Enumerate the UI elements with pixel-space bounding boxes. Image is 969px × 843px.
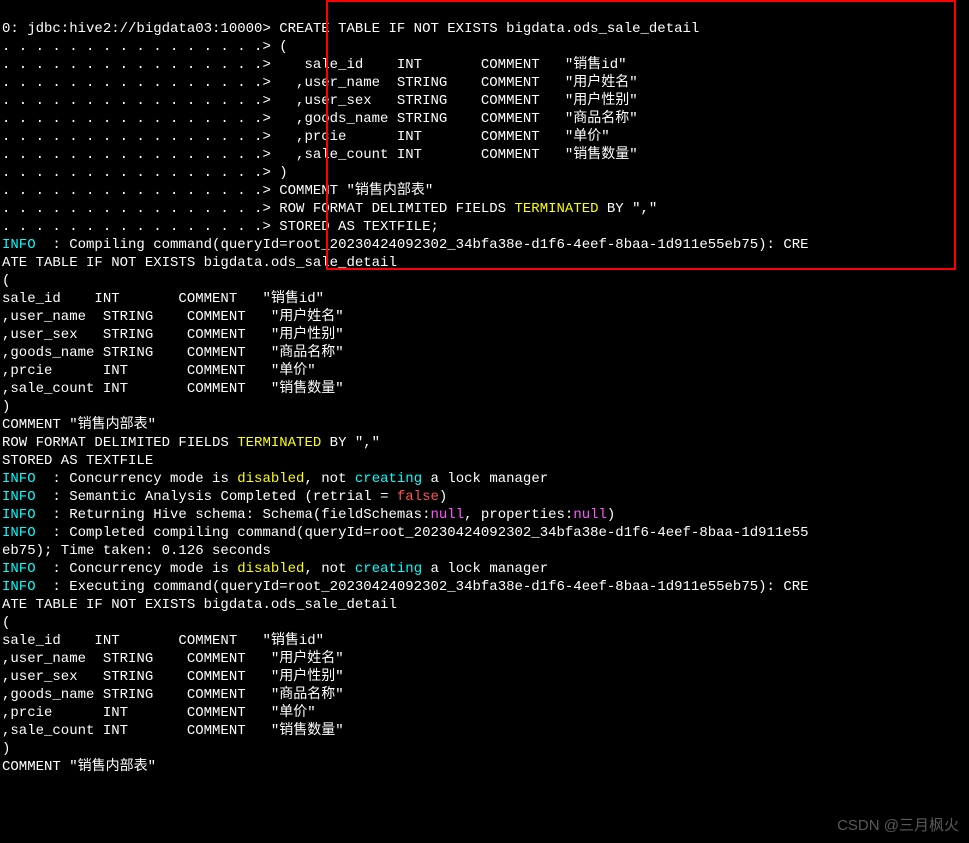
keyword-null: null bbox=[430, 507, 464, 523]
log-text: ) bbox=[439, 489, 447, 505]
log-text: , not bbox=[304, 561, 354, 577]
cont-prompt: . . . . . . . . . . . . . . . .> bbox=[2, 165, 271, 181]
info-label: INFO bbox=[2, 561, 36, 577]
watermark: CSDN @三月枫火 bbox=[837, 817, 959, 835]
keyword-terminated: TERMINATED bbox=[237, 435, 321, 451]
log-text: , not bbox=[304, 471, 354, 487]
cont-prompt: . . . . . . . . . . . . . . . .> bbox=[2, 147, 271, 163]
column-def: ,user_sex STRING COMMENT "用户性别" bbox=[2, 327, 344, 343]
sql-line: ,user_name STRING COMMENT "用户姓名" bbox=[271, 75, 638, 91]
sql-line: ,sale_count INT COMMENT "销售数量" bbox=[271, 147, 638, 163]
paren: ) bbox=[2, 399, 10, 415]
keyword-creating: creating bbox=[355, 561, 422, 577]
cont-prompt: . . . . . . . . . . . . . . . .> bbox=[2, 39, 271, 55]
log-text: Completed compiling command(queryId=root… bbox=[69, 525, 808, 541]
sql-line: ,user_sex STRING COMMENT "用户性别" bbox=[271, 93, 638, 109]
log-text: ATE TABLE IF NOT EXISTS bigdata.ods_sale… bbox=[2, 255, 397, 271]
column-def: ,user_sex STRING COMMENT "用户性别" bbox=[2, 669, 344, 685]
cont-prompt: . . . . . . . . . . . . . . . .> bbox=[2, 93, 271, 109]
sql-line: ,goods_name STRING COMMENT "商品名称" bbox=[271, 111, 638, 127]
column-def: ,sale_count INT COMMENT "销售数量" bbox=[2, 723, 344, 739]
info-label: INFO bbox=[2, 237, 36, 253]
log-text: Returning Hive schema: Schema(fieldSchem… bbox=[69, 507, 430, 523]
sep: : bbox=[36, 471, 70, 487]
column-def: ,prcie INT COMMENT "单价" bbox=[2, 363, 316, 379]
sep: : bbox=[36, 561, 70, 577]
info-label: INFO bbox=[2, 525, 36, 541]
keyword-false: false bbox=[397, 489, 439, 505]
sql-line: ROW FORMAT DELIMITED FIELDS bbox=[271, 201, 515, 217]
keyword-disabled: disabled bbox=[237, 561, 304, 577]
column-def: sale_id INT COMMENT "销售id" bbox=[2, 633, 324, 649]
log-text: eb75); Time taken: 0.126 seconds bbox=[2, 543, 271, 559]
sep: : bbox=[36, 579, 70, 595]
cont-prompt: . . . . . . . . . . . . . . . .> bbox=[2, 129, 271, 145]
sep: : bbox=[36, 489, 70, 505]
comment-line: COMMENT "销售内部表" bbox=[2, 417, 156, 433]
keyword-terminated: TERMINATED bbox=[514, 201, 598, 217]
row-format: BY "," bbox=[321, 435, 380, 451]
sql-line: BY "," bbox=[599, 201, 658, 217]
column-def: ,goods_name STRING COMMENT "商品名称" bbox=[2, 345, 344, 361]
column-def: ,goods_name STRING COMMENT "商品名称" bbox=[2, 687, 344, 703]
paren: ( bbox=[2, 615, 10, 631]
keyword-disabled: disabled bbox=[237, 471, 304, 487]
cont-prompt: . . . . . . . . . . . . . . . .> bbox=[2, 75, 271, 91]
log-text: ) bbox=[607, 507, 615, 523]
log-text: Compiling command(queryId=root_202304240… bbox=[69, 237, 808, 253]
sql-line: sale_id INT COMMENT "销售id" bbox=[271, 57, 627, 73]
info-label: INFO bbox=[2, 579, 36, 595]
row-format: ROW FORMAT DELIMITED FIELDS bbox=[2, 435, 237, 451]
column-def: ,user_name STRING COMMENT "用户姓名" bbox=[2, 651, 344, 667]
log-text: ATE TABLE IF NOT EXISTS bigdata.ods_sale… bbox=[2, 597, 397, 613]
log-text: a lock manager bbox=[422, 471, 548, 487]
prompt[interactable]: 0: jdbc:hive2://bigdata03:10000> bbox=[2, 21, 271, 37]
column-def: ,sale_count INT COMMENT "销售数量" bbox=[2, 381, 344, 397]
sep: : bbox=[36, 525, 70, 541]
info-label: INFO bbox=[2, 471, 36, 487]
sep: : bbox=[36, 507, 70, 523]
log-text: Executing command(queryId=root_202304240… bbox=[69, 579, 808, 595]
terminal-output: 0: jdbc:hive2://bigdata03:10000> CREATE … bbox=[0, 0, 969, 776]
comment-line: COMMENT "销售内部表" bbox=[2, 759, 156, 775]
log-text: , properties: bbox=[464, 507, 573, 523]
log-text: a lock manager bbox=[422, 561, 548, 577]
column-def: ,user_name STRING COMMENT "用户姓名" bbox=[2, 309, 344, 325]
sql-line: CREATE TABLE IF NOT EXISTS bigdata.ods_s… bbox=[271, 21, 699, 37]
cont-prompt: . . . . . . . . . . . . . . . .> bbox=[2, 219, 271, 235]
keyword-creating: creating bbox=[355, 471, 422, 487]
cont-prompt: . . . . . . . . . . . . . . . .> bbox=[2, 183, 271, 199]
log-text: Concurrency mode is bbox=[69, 561, 237, 577]
sep: : bbox=[36, 237, 70, 253]
sql-line: ( bbox=[271, 39, 288, 55]
cont-prompt: . . . . . . . . . . . . . . . .> bbox=[2, 111, 271, 127]
sql-line: COMMENT "销售内部表" bbox=[271, 183, 433, 199]
column-def: sale_id INT COMMENT "销售id" bbox=[2, 291, 324, 307]
stored-line: STORED AS TEXTFILE bbox=[2, 453, 153, 469]
sql-line: STORED AS TEXTFILE; bbox=[271, 219, 439, 235]
paren: ( bbox=[2, 273, 10, 289]
info-label: INFO bbox=[2, 507, 36, 523]
log-text: Semantic Analysis Completed (retrial = bbox=[69, 489, 397, 505]
sql-line: ) bbox=[271, 165, 288, 181]
info-label: INFO bbox=[2, 489, 36, 505]
cont-prompt: . . . . . . . . . . . . . . . .> bbox=[2, 57, 271, 73]
log-text: Concurrency mode is bbox=[69, 471, 237, 487]
cont-prompt: . . . . . . . . . . . . . . . .> bbox=[2, 201, 271, 217]
keyword-null: null bbox=[573, 507, 607, 523]
paren: ) bbox=[2, 741, 10, 757]
column-def: ,prcie INT COMMENT "单价" bbox=[2, 705, 316, 721]
sql-line: ,prcie INT COMMENT "单价" bbox=[271, 129, 610, 145]
